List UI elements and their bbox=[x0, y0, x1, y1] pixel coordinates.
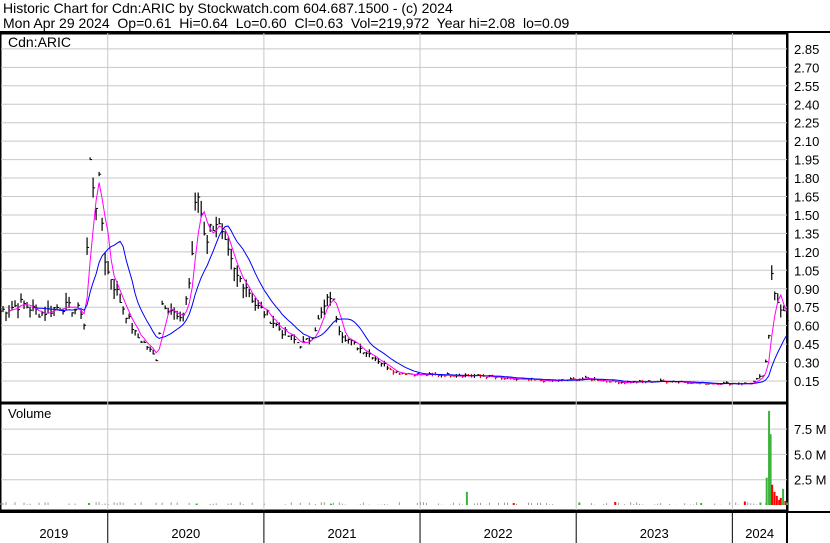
volume-bar bbox=[782, 488, 785, 505]
volume-bar bbox=[765, 477, 768, 505]
price-tick-label: 0.45 bbox=[794, 337, 819, 352]
short-moving-average-line bbox=[8, 182, 788, 385]
price-tick-label: 0.90 bbox=[794, 282, 819, 297]
volume-bar bbox=[88, 502, 91, 505]
price-tick-label: 0.60 bbox=[794, 319, 819, 334]
price-panel-frame bbox=[0, 32, 789, 404]
volume-tick-label: 7.5 M bbox=[794, 422, 827, 437]
price-tick-label: 0.30 bbox=[794, 356, 819, 371]
stock-chart: Historic Chart for Cdn:ARIC by Stockwatc… bbox=[0, 0, 830, 543]
price-tick-label: 1.50 bbox=[794, 208, 819, 223]
price-tick-label: 1.65 bbox=[794, 190, 819, 205]
volume-bar bbox=[578, 502, 581, 505]
price-tick-label: 2.85 bbox=[794, 42, 819, 57]
volume-bar bbox=[775, 495, 778, 505]
volume-bar bbox=[330, 503, 333, 505]
volume-tick-label: 2.5 M bbox=[794, 473, 827, 488]
volume-bar bbox=[759, 502, 762, 505]
price-tick-label: 0.15 bbox=[794, 374, 819, 389]
volume-bar bbox=[465, 491, 468, 505]
volume-bar bbox=[779, 497, 782, 505]
volume-panel-frame bbox=[0, 402, 789, 512]
volume-bar bbox=[786, 502, 788, 505]
price-tick-label: 2.10 bbox=[794, 134, 819, 149]
price-tick-label: 0.75 bbox=[794, 300, 819, 315]
year-label: 2021 bbox=[328, 526, 357, 541]
volume-bar bbox=[700, 502, 703, 505]
price-tick-label: 2.40 bbox=[794, 97, 819, 112]
price-tick-label: 1.95 bbox=[794, 153, 819, 168]
volume-tick-label: 5.0 M bbox=[794, 447, 827, 462]
year-label: 2022 bbox=[484, 526, 513, 541]
chart-canvas: Cdn:ARIC Volume 2.85 2.70 2.55 2.40 2.25 2.10… bbox=[0, 31, 830, 543]
volume-label: Volume bbox=[8, 406, 51, 421]
symbol-label: Cdn:ARIC bbox=[8, 34, 71, 50]
price-tick-label: 2.25 bbox=[794, 116, 819, 131]
volume-bar bbox=[771, 484, 774, 505]
year-label: 2019 bbox=[39, 526, 68, 541]
year-label: 2023 bbox=[640, 526, 669, 541]
long-moving-average-line bbox=[32, 225, 788, 385]
volume-bar bbox=[195, 503, 198, 505]
volume-bar bbox=[512, 502, 515, 505]
volume-bar bbox=[743, 501, 746, 505]
price-tick-label: 2.70 bbox=[794, 60, 819, 75]
price-tick-label: 1.35 bbox=[794, 226, 819, 241]
price-tick-label: 1.80 bbox=[794, 171, 819, 186]
volume-bar bbox=[614, 501, 617, 505]
year-label: 2024 bbox=[745, 526, 774, 541]
volume-bar bbox=[773, 491, 776, 505]
price-tick-label: 1.05 bbox=[794, 263, 819, 278]
price-tick-label: 2.55 bbox=[794, 79, 819, 94]
year-label: 2020 bbox=[171, 526, 200, 541]
price-tick-label: 1.20 bbox=[794, 245, 819, 260]
